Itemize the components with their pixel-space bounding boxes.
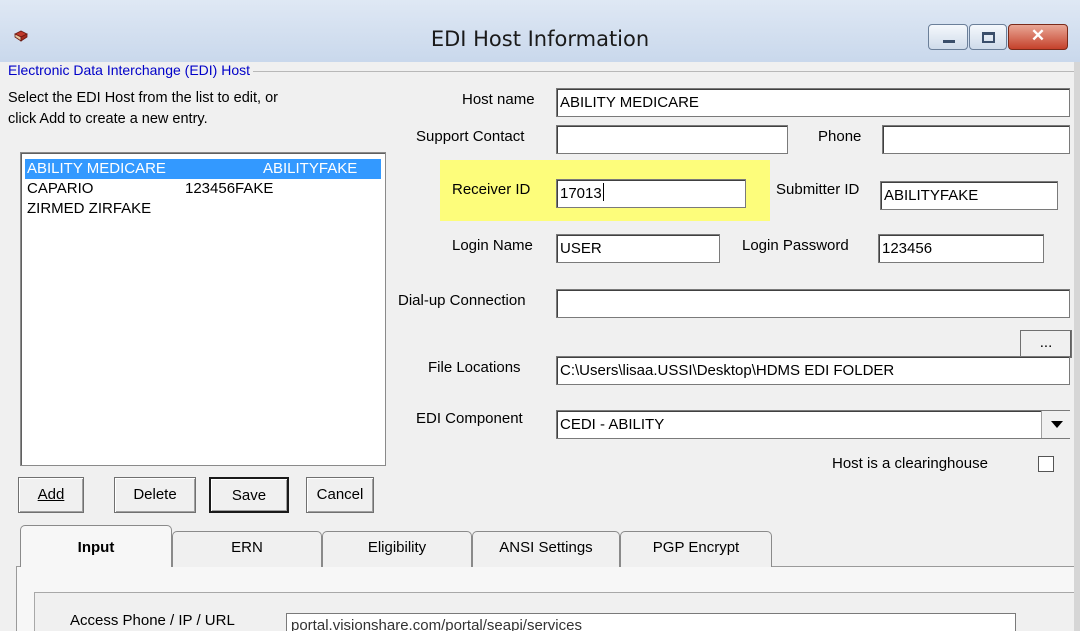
add-button[interactable]: Add — [18, 477, 84, 513]
login-name-label: Login Name — [452, 237, 533, 254]
login-password-field[interactable]: 123456 — [878, 234, 1044, 263]
maximize-button[interactable] — [969, 24, 1007, 50]
dropdown-button[interactable] — [1041, 411, 1070, 438]
close-icon: ✕ — [1030, 26, 1046, 45]
clearinghouse-checkbox[interactable] — [1038, 456, 1054, 472]
window-title: EDI Host Information — [430, 27, 650, 51]
dialup-field[interactable] — [556, 289, 1070, 318]
tab-ansi-settings[interactable]: ANSI Settings — [472, 531, 620, 567]
edi-component-label: EDI Component — [416, 410, 523, 427]
host-name: ABILITY MEDICARE — [27, 160, 166, 177]
host-name-label: Host name — [462, 91, 535, 108]
login-name-field[interactable]: USER — [556, 234, 720, 263]
host-name: ZIRMED ZIRFAKE — [27, 200, 152, 217]
list-item[interactable]: CAPARIO 123456FAKE — [27, 179, 383, 199]
window-edge — [1074, 62, 1080, 631]
access-field[interactable]: portal.visionshare.com/portal/seapi/serv… — [286, 613, 1016, 631]
delete-label: Delete — [133, 486, 177, 503]
group-title: Electronic Data Interchange (EDI) Host — [8, 62, 253, 78]
host-name: CAPARIO — [27, 180, 94, 197]
instructions-line-1: Select the EDI Host from the list to edi… — [8, 90, 278, 106]
host-listbox[interactable]: ABILITY MEDICARE ABILITYFAKE CAPARIO 123… — [20, 152, 386, 466]
receiver-id-label: Receiver ID — [452, 181, 531, 198]
save-label: Save — [231, 487, 267, 504]
text-caret — [602, 183, 604, 201]
receiver-id-value: 17013 — [560, 185, 602, 202]
browse-button[interactable]: ... — [1020, 330, 1072, 358]
file-locations-field[interactable]: C:\Users\lisaa.USSI\Desktop\HDMS EDI FOL… — [556, 356, 1070, 385]
add-label: Add — [37, 486, 65, 503]
edi-host-window: EDI Host Information ✕ Electronic Data I… — [0, 0, 1080, 631]
host-submitter: 123456FAKE — [185, 180, 274, 197]
login-password-label: Login Password — [742, 237, 849, 254]
delete-button[interactable]: Delete — [114, 477, 196, 513]
support-contact-field[interactable] — [556, 125, 788, 154]
minimize-button[interactable] — [928, 24, 968, 50]
clearinghouse-label: Host is a clearinghouse — [832, 455, 988, 472]
tab-ern[interactable]: ERN — [172, 531, 322, 567]
cancel-label: Cancel — [316, 486, 364, 503]
edi-component-select[interactable]: CEDI - ABILITY — [556, 410, 1070, 439]
title-bar[interactable]: EDI Host Information ✕ — [0, 0, 1080, 62]
host-name-field[interactable]: ABILITY MEDICARE — [556, 88, 1070, 117]
tab-pgp-encrypt[interactable]: PGP Encrypt — [620, 531, 772, 567]
phone-field[interactable] — [882, 125, 1070, 154]
submitter-id-label: Submitter ID — [776, 181, 860, 198]
receiver-id-field[interactable]: 17013 — [556, 179, 746, 208]
list-item[interactable]: ZIRMED ZIRFAKE — [27, 199, 383, 219]
tab-eligibility[interactable]: Eligibility — [322, 531, 472, 567]
cancel-button[interactable]: Cancel — [306, 477, 374, 513]
support-contact-label: Support Contact — [416, 128, 525, 145]
maximize-icon — [982, 32, 995, 43]
tab-input[interactable]: Input — [20, 525, 172, 567]
dialup-label: Dial-up Connection — [398, 292, 526, 309]
chevron-down-icon — [1051, 421, 1063, 428]
instructions: Select the EDI Host from the list to edi… — [8, 88, 368, 130]
close-button[interactable]: ✕ — [1008, 24, 1068, 50]
file-locations-label: File Locations — [428, 359, 521, 376]
list-item[interactable]: ABILITY MEDICARE ABILITYFAKE — [25, 159, 381, 179]
access-label: Access Phone / IP / URL — [70, 612, 235, 629]
instructions-line-2: click Add to create a new entry. — [8, 111, 208, 127]
minimize-icon — [943, 40, 955, 43]
host-submitter: ABILITYFAKE — [263, 160, 358, 177]
submitter-id-field[interactable]: ABILITYFAKE — [880, 181, 1058, 210]
phone-label: Phone — [818, 128, 862, 145]
save-button[interactable]: Save — [209, 477, 289, 513]
